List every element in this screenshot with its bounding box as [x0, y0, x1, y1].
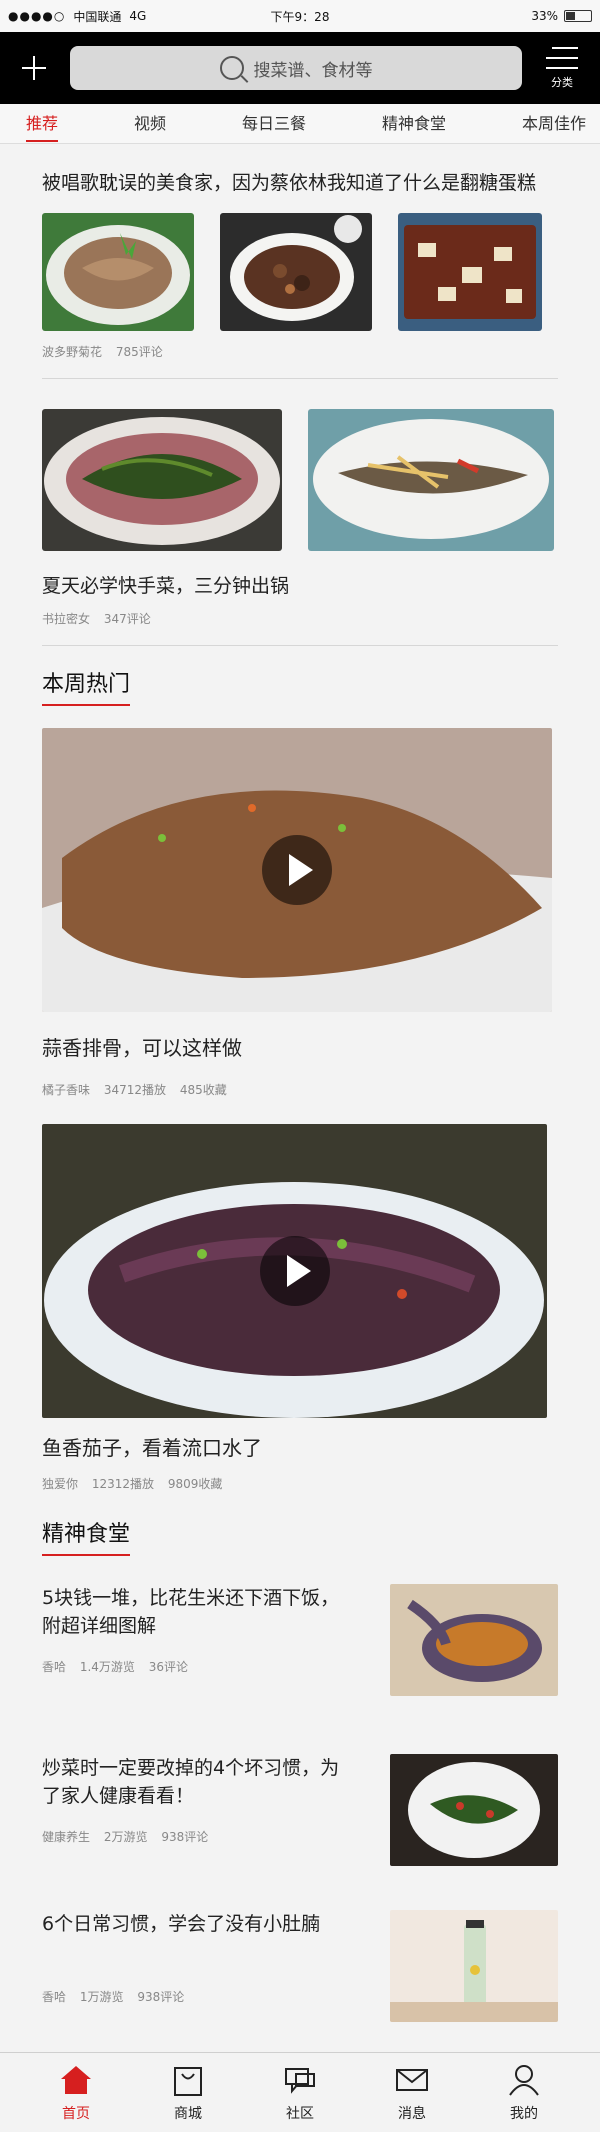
- comment-count: 938评论: [137, 1990, 185, 2004]
- list-item-meta: 香哈 1万游览 938评论: [42, 1988, 342, 2005]
- author-name: 波多野菊花: [42, 345, 103, 359]
- nav-label: 我的: [510, 2105, 538, 2122]
- food-image: [220, 213, 372, 331]
- play-count: 12312播放: [91, 1477, 155, 1491]
- signal-icon: ●●●●○: [8, 9, 66, 23]
- food-image: [42, 213, 194, 331]
- main-content: 被唱歌耽误的美食家，因为蔡依林我知道了什么是翻糖蛋糕 波多野菊花 785评论 夏…: [0, 168, 600, 2022]
- chat-icon: [285, 2067, 315, 2094]
- play-icon[interactable]: [259, 1236, 330, 1306]
- article-title: 夏天必学快手菜，三分钟出锅: [42, 575, 290, 597]
- video-meta: 独爱你 12312播放 9809收藏: [42, 1475, 558, 1492]
- nav-label: 社区: [286, 2105, 314, 2122]
- nav-label: 商城: [174, 2105, 202, 2122]
- section-heading-canteen: 精神食堂: [42, 1516, 131, 1556]
- tab-video[interactable]: 视频: [134, 104, 166, 144]
- fav-count: 485收藏: [179, 1083, 227, 1097]
- tab-daily-meals[interactable]: 每日三餐: [242, 104, 306, 144]
- menu-icon: [546, 46, 578, 70]
- food-image: [390, 1754, 558, 1866]
- divider: [42, 378, 558, 379]
- video-title: 蒜香排骨，可以这样做: [42, 1036, 242, 1060]
- video-item[interactable]: 蒜香排骨，可以这样做 橘子香味 34712播放 485收藏: [42, 728, 558, 1098]
- play-icon[interactable]: [262, 835, 332, 905]
- nav-label: 首页: [62, 2105, 90, 2122]
- list-item-title: 6个日常习惯，学会了没有小肚腩: [42, 1913, 321, 1935]
- video-title: 鱼香茄子，看着流口水了: [42, 1436, 262, 1460]
- tab-recommend[interactable]: 推荐: [26, 104, 59, 144]
- category-button[interactable]: 分类: [538, 46, 586, 90]
- list-item[interactable]: 炒菜时一定要改掉的4个坏习惯，为了家人健康看看！ 健康养生 2万游览 938评论: [42, 1754, 558, 1866]
- author-name: 独爱你: [42, 1477, 79, 1491]
- battery-icon: [564, 10, 592, 22]
- list-item-meta: 健康养生 2万游览 938评论: [42, 1828, 342, 1845]
- list-item-meta: 香哈 1.4万游览 36评论: [42, 1658, 342, 1675]
- clock: 下午9：28: [270, 9, 330, 24]
- list-item[interactable]: 5块钱一堆，比花生米还下酒下饭，附超详细图解 香哈 1.4万游览 36评论: [42, 1584, 558, 1696]
- list-item-title: 5块钱一堆，比花生米还下酒下饭，附超详细图解: [42, 1587, 340, 1637]
- nav-profile[interactable]: 我的: [484, 2063, 564, 2123]
- nav-home[interactable]: 首页: [36, 2063, 116, 2123]
- add-icon[interactable]: [14, 48, 54, 88]
- author-name: 香哈: [42, 1660, 67, 1674]
- feed-item[interactable]: 夏天必学快手菜，三分钟出锅 书拉密女 347评论: [42, 409, 558, 627]
- play-count: 34712播放: [103, 1083, 167, 1097]
- food-image: [390, 1910, 558, 2022]
- video-item[interactable]: 鱼香茄子，看着流口水了 独爱你 12312播放 9809收藏: [42, 1124, 558, 1492]
- fav-count: 9809收藏: [167, 1477, 223, 1491]
- food-image: [42, 409, 282, 551]
- network-label: 4G: [129, 9, 147, 23]
- comment-count: 36评论: [148, 1660, 189, 1674]
- food-image: [390, 1584, 558, 1696]
- list-item-title: 炒菜时一定要改掉的4个坏习惯，为了家人健康看看！: [42, 1757, 340, 1807]
- home-icon: [61, 2065, 91, 2094]
- category-label: 分类: [551, 76, 573, 89]
- status-bar: ●●●●○ 中国联通 4G 下午9：28 33%: [0, 0, 600, 32]
- author-name: 橘子香味: [42, 1083, 91, 1097]
- mail-icon: [396, 2068, 428, 2091]
- search-input[interactable]: 搜菜谱、食材等: [70, 46, 522, 90]
- comment-count: 785评论: [115, 345, 163, 359]
- nav-community[interactable]: 社区: [260, 2063, 340, 2123]
- author-name: 香哈: [42, 1990, 67, 2004]
- article-meta: 波多野菊花 785评论: [42, 343, 558, 360]
- carrier-label: 中国联通: [73, 9, 122, 24]
- tab-weekly-best[interactable]: 本周佳作: [522, 104, 586, 144]
- list-item[interactable]: 6个日常习惯，学会了没有小肚腩 香哈 1万游览 938评论: [42, 1910, 558, 2022]
- article-title: 被唱歌耽误的美食家，因为蔡依林我知道了什么是翻糖蛋糕: [42, 172, 537, 194]
- author-name: 书拉密女: [42, 612, 91, 626]
- comment-count: 347评论: [103, 612, 151, 626]
- food-image: [398, 213, 542, 331]
- video-thumbnail[interactable]: [42, 1124, 547, 1418]
- article-meta: 书拉密女 347评论: [42, 610, 558, 627]
- author-name: 健康养生: [42, 1830, 91, 1844]
- shopping-bag-icon: [174, 2066, 202, 2096]
- tab-canteen[interactable]: 精神食堂: [382, 104, 446, 144]
- section-heading-hot: 本周热门: [42, 666, 131, 706]
- comment-count: 938评论: [161, 1830, 209, 1844]
- search-placeholder: 搜菜谱、食材等: [253, 60, 373, 81]
- nav-mall[interactable]: 商城: [148, 2063, 228, 2123]
- food-image: [308, 409, 554, 551]
- view-count: 1万游览: [79, 1990, 124, 2004]
- tab-bar: 推荐 视频 每日三餐 精神食堂 本周佳作: [0, 104, 600, 144]
- video-thumbnail[interactable]: [42, 728, 552, 1012]
- divider: [42, 645, 558, 646]
- nav-messages[interactable]: 消息: [372, 2063, 452, 2123]
- user-icon: [509, 2064, 539, 2096]
- search-icon: [219, 56, 244, 80]
- view-count: 2万游览: [103, 1830, 148, 1844]
- nav-label: 消息: [398, 2105, 426, 2122]
- bottom-nav: 首页 商城 社区 消息 我的: [0, 2052, 600, 2132]
- top-header: 搜菜谱、食材等 分类: [0, 32, 600, 104]
- video-meta: 橘子香味 34712播放 485收藏: [42, 1081, 558, 1098]
- view-count: 1.4万游览: [79, 1660, 135, 1674]
- feed-item[interactable]: 被唱歌耽误的美食家，因为蔡依林我知道了什么是翻糖蛋糕 波多野菊花 785评论: [42, 168, 558, 360]
- battery-level: 33%: [531, 9, 558, 23]
